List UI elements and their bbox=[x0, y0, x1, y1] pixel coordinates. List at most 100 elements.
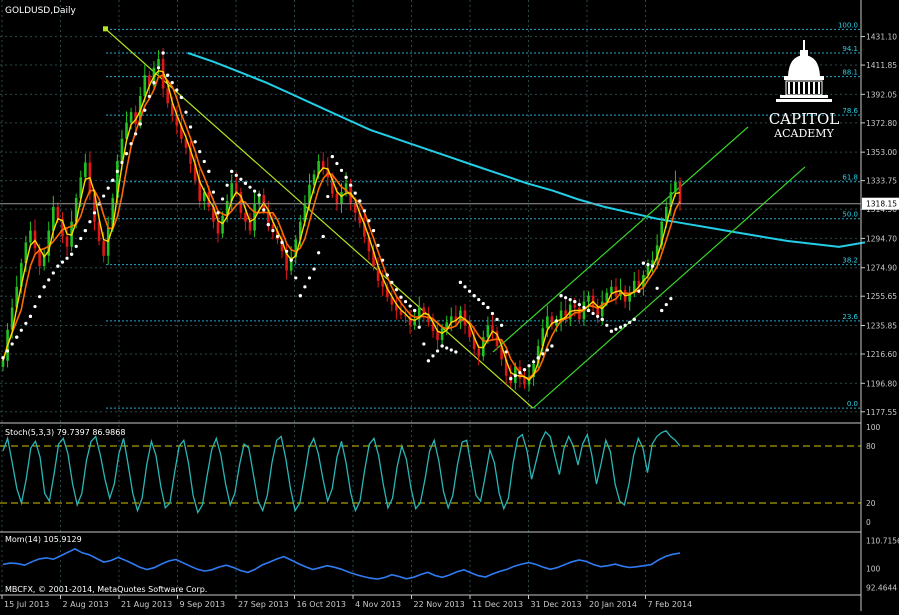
sar-dot bbox=[376, 243, 380, 247]
sar-dot bbox=[481, 301, 485, 306]
price-tick-label: 1177.55 bbox=[866, 408, 897, 417]
candle-body bbox=[234, 183, 238, 193]
candle-body bbox=[1, 360, 5, 367]
sar-dot bbox=[532, 360, 536, 364]
sar-dot bbox=[353, 191, 357, 195]
sar-dot bbox=[454, 350, 458, 354]
sar-dot bbox=[527, 364, 531, 368]
sar-dot bbox=[577, 302, 581, 307]
sar-dot bbox=[486, 305, 490, 310]
sar-dot bbox=[252, 189, 257, 193]
sar-dot bbox=[147, 94, 151, 99]
sar-dot bbox=[467, 289, 472, 293]
sar-dot bbox=[88, 220, 92, 224]
sar-dot bbox=[440, 344, 444, 348]
sar-dot bbox=[239, 177, 243, 181]
chart-canvas[interactable]: 100.0 94.1 88.1 78.6 61.8 50.0 38.2 23.6 0.0 100… bbox=[0, 0, 899, 611]
sar-dot bbox=[106, 186, 110, 190]
momentum-tick-label: 100 bbox=[866, 564, 881, 573]
sar-dot bbox=[541, 352, 545, 356]
date-tick-label: 22 Nov 2013 bbox=[414, 600, 465, 609]
fib-level-label: 23.6 bbox=[842, 313, 858, 321]
sar-dot bbox=[399, 295, 403, 299]
logo-line1: CAPITOL bbox=[769, 110, 840, 128]
sar-dot bbox=[271, 228, 275, 233]
sar-dot bbox=[381, 258, 385, 262]
price-tick-label: 1353.00 bbox=[866, 148, 897, 157]
sar-dot bbox=[367, 219, 371, 223]
sar-dot bbox=[175, 88, 179, 92]
sar-dot bbox=[10, 342, 14, 346]
sar-dot bbox=[504, 350, 508, 354]
sar-dot bbox=[522, 368, 527, 372]
fib-level-label: 78.6 bbox=[842, 107, 858, 115]
sar-dot bbox=[623, 323, 627, 327]
sar-dot bbox=[582, 305, 586, 310]
sar-dot bbox=[124, 152, 129, 156]
chart-window: 100.0 94.1 88.1 78.6 61.8 50.0 38.2 23.6 0.0 100… bbox=[0, 0, 899, 611]
sar-dot bbox=[120, 160, 124, 165]
sar-dot bbox=[573, 300, 577, 304]
sar-dot bbox=[60, 260, 65, 264]
sar-dot bbox=[349, 183, 353, 187]
candle-body bbox=[216, 221, 220, 234]
sar-dot bbox=[33, 304, 37, 309]
sar-dot bbox=[500, 323, 504, 327]
sar-dot bbox=[280, 240, 284, 245]
sar-dot bbox=[211, 190, 216, 194]
sar-dot bbox=[358, 199, 362, 203]
sar-dot bbox=[463, 285, 467, 289]
candle-body bbox=[436, 331, 439, 341]
sar-dot bbox=[262, 208, 266, 212]
sar-dot bbox=[632, 317, 636, 321]
sar-dot bbox=[289, 258, 293, 262]
sar-dot bbox=[362, 209, 366, 213]
sar-dot bbox=[664, 302, 668, 307]
sar-dot bbox=[449, 348, 453, 352]
candle-body bbox=[248, 221, 252, 231]
sar-dot bbox=[37, 295, 42, 299]
sar-dot bbox=[335, 161, 339, 166]
sar-dot bbox=[490, 311, 495, 316]
candle-body bbox=[143, 75, 147, 96]
sar-dot bbox=[545, 348, 549, 352]
sar-dot bbox=[166, 73, 170, 77]
fib-level-label: 100.0 bbox=[838, 21, 858, 29]
sar-dot bbox=[56, 264, 60, 268]
sar-dot bbox=[179, 95, 183, 99]
stoch-tick-label: 20 bbox=[866, 499, 876, 508]
candle-body bbox=[221, 215, 224, 234]
candle-body bbox=[84, 162, 87, 178]
sar-dot bbox=[307, 276, 312, 280]
sar-dot bbox=[600, 317, 604, 321]
sar-dot bbox=[193, 140, 197, 144]
price-tick-label: 1294.70 bbox=[866, 234, 897, 243]
sar-dot bbox=[646, 263, 650, 267]
date-tick-label: 15 Jul 2013 bbox=[4, 600, 49, 609]
price-tick-label: 1196.80 bbox=[866, 379, 897, 388]
sar-dot bbox=[230, 169, 234, 173]
sar-dot bbox=[472, 294, 476, 298]
sar-dot bbox=[431, 354, 435, 358]
date-tick-label: 27 Sep 2013 bbox=[238, 600, 289, 609]
sar-dot bbox=[51, 271, 55, 275]
candle-body bbox=[381, 280, 384, 287]
sar-dot bbox=[42, 285, 46, 289]
sar-dot bbox=[321, 234, 325, 239]
sar-dot bbox=[655, 286, 659, 290]
candle-body bbox=[166, 88, 169, 104]
sar-dot bbox=[202, 159, 206, 164]
sar-dot bbox=[550, 344, 554, 348]
candle-body bbox=[477, 348, 481, 357]
sar-dot bbox=[102, 194, 106, 198]
fib-level-label: 61.8 bbox=[842, 174, 858, 182]
price-tick-label: 1216.60 bbox=[866, 350, 897, 359]
stoch-tick-label: 80 bbox=[866, 442, 876, 451]
sar-dot bbox=[609, 329, 613, 333]
last-price-label: 1318.15 bbox=[866, 200, 897, 209]
date-tick-label: 11 Dec 2013 bbox=[472, 600, 523, 609]
fib-level-label: 88.1 bbox=[842, 69, 858, 77]
sar-dot bbox=[28, 314, 33, 319]
candle-body bbox=[440, 328, 444, 341]
price-tick-label: 1274.90 bbox=[866, 264, 897, 273]
